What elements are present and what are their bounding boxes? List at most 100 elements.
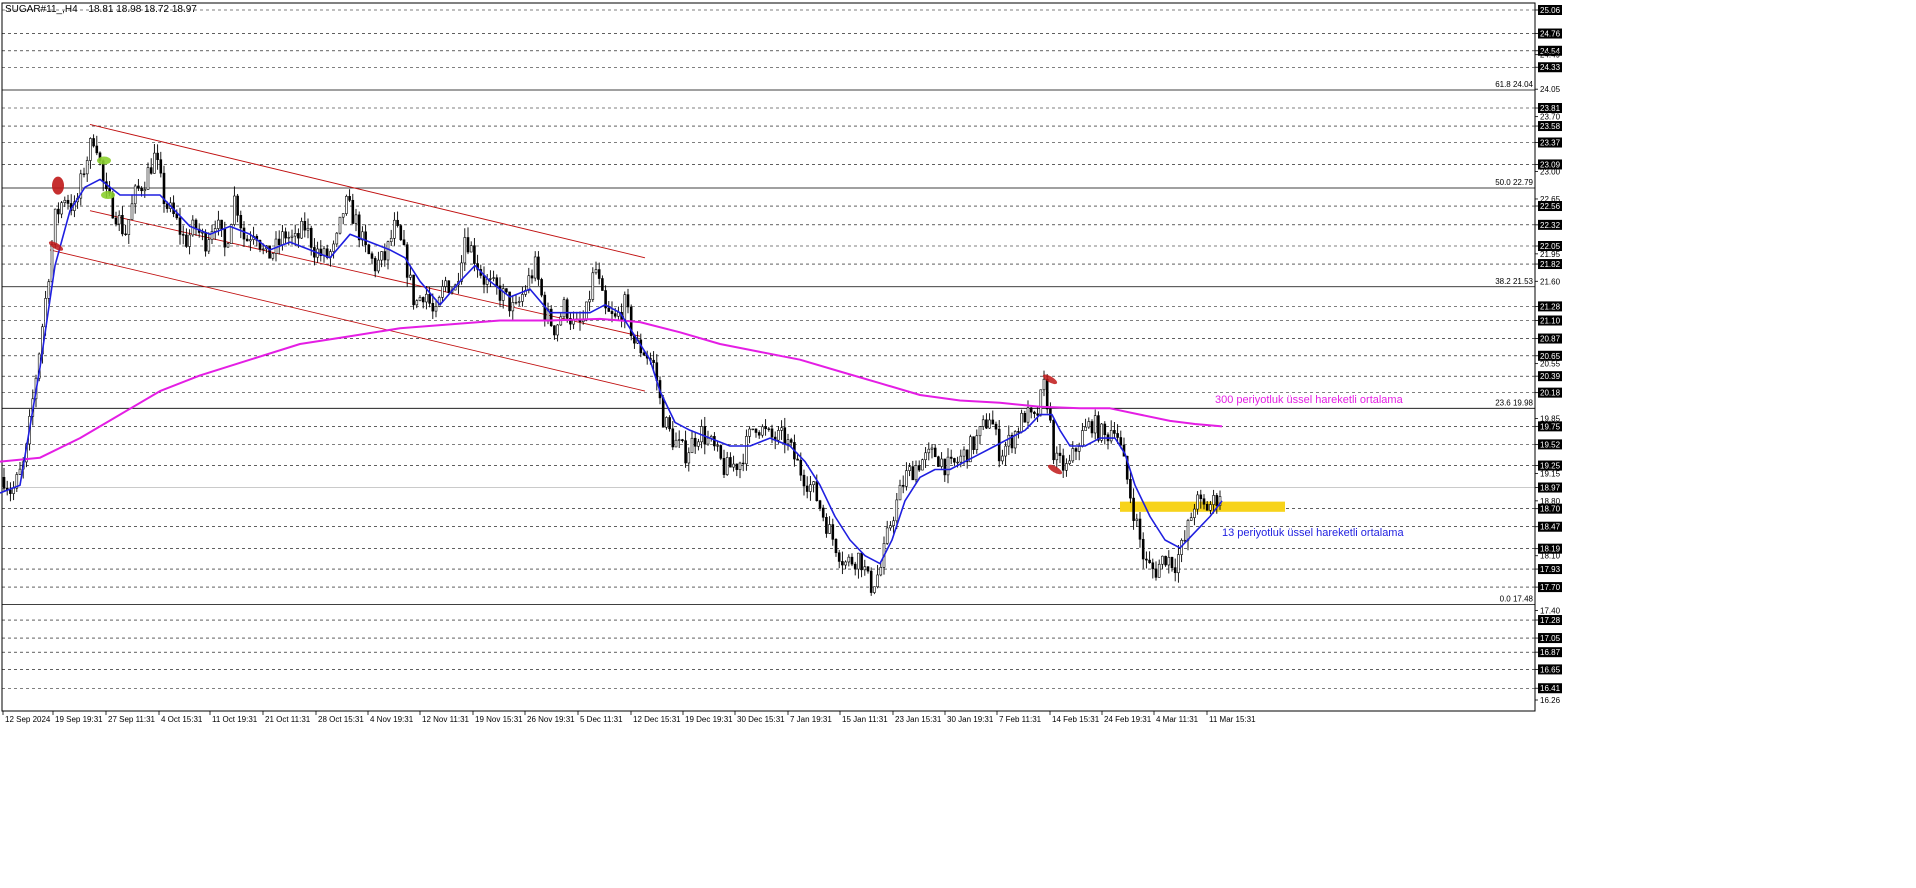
candle-body	[853, 563, 857, 570]
candle	[972, 436, 975, 455]
candle	[866, 566, 870, 574]
candle-body	[761, 426, 764, 436]
candle	[220, 219, 223, 237]
candle-body	[738, 462, 742, 470]
candle-body	[530, 275, 534, 279]
candle-body	[962, 449, 966, 457]
fib-label: 23.6 19.98	[1495, 398, 1533, 407]
candle	[578, 311, 582, 331]
time-tick-label: 7 Jan 19:31	[790, 715, 832, 724]
candle	[233, 186, 236, 227]
candle	[725, 451, 729, 476]
candle-body	[917, 465, 921, 471]
candle	[396, 211, 399, 228]
candle-body	[146, 167, 150, 190]
channel-line	[89, 124, 646, 259]
price-tick-label: 23.58	[1540, 122, 1561, 131]
time-axis[interactable]: 12 Sep 2024 19 Sep 19:31 27 Sep 11:31 4 Oct…	[2, 710, 1535, 724]
candle-body	[178, 217, 182, 235]
candle-body	[9, 489, 12, 494]
candle-body	[562, 299, 566, 318]
price-axis[interactable]: 25.0624.7624.5424.4924.3324.0523.8123.70…	[1534, 3, 1562, 711]
candle-body	[975, 435, 979, 450]
candle	[338, 216, 342, 235]
candle-body	[911, 466, 915, 481]
candle	[405, 242, 409, 287]
price-chart[interactable]: 61.8 24.04 50.0 22.79 38.2 21.53 23.6 19.98…	[0, 0, 1916, 888]
candle-body	[226, 243, 230, 248]
candle	[716, 440, 719, 452]
candle-body	[799, 459, 803, 476]
time-tick-label: 23 Jan 15:31	[895, 715, 942, 724]
candle	[466, 227, 470, 255]
candle	[1039, 389, 1043, 417]
candle	[780, 420, 783, 440]
candle	[370, 251, 374, 265]
price-tick-label: 24.49	[1540, 51, 1561, 60]
candle-body	[565, 299, 569, 319]
candle	[540, 277, 543, 298]
candle	[898, 479, 902, 501]
candle	[684, 430, 687, 468]
candle-body	[719, 445, 723, 459]
candle-body	[386, 241, 390, 261]
candle-body	[473, 245, 476, 264]
candle	[1042, 370, 1046, 397]
candle-body	[610, 311, 614, 314]
candle	[444, 276, 447, 292]
candle	[681, 438, 684, 443]
candle-body	[831, 524, 835, 540]
price-tick-label: 23.70	[1540, 113, 1561, 122]
candle	[677, 430, 681, 449]
candle	[748, 426, 751, 444]
candle-body	[364, 231, 367, 246]
candle-body	[818, 500, 822, 509]
candle-body	[345, 196, 348, 214]
candle-body	[1077, 446, 1081, 452]
candle	[441, 279, 444, 302]
candle	[757, 430, 761, 439]
candle-body	[684, 440, 687, 464]
candle	[917, 460, 921, 472]
candle	[1010, 432, 1014, 454]
candle-body	[1116, 433, 1119, 438]
candle-body	[57, 208, 60, 215]
candle	[1087, 417, 1091, 429]
candle-body	[239, 215, 243, 229]
candle-body	[412, 274, 415, 306]
candle-body	[745, 436, 748, 465]
candle	[226, 242, 230, 248]
candle-body	[1157, 563, 1161, 578]
candle	[357, 211, 361, 248]
time-tick-label: 12 Nov 11:31	[422, 715, 470, 724]
candle	[591, 267, 595, 302]
candle	[770, 424, 774, 444]
candle-body	[399, 225, 403, 241]
time-tick-label: 5 Dec 11:31	[580, 715, 623, 724]
candle	[517, 296, 521, 307]
candle-body	[844, 561, 847, 566]
candle	[185, 228, 188, 248]
green-blob-marker	[97, 156, 111, 165]
candle-body	[815, 481, 819, 502]
candle-body	[1129, 479, 1132, 499]
candle	[469, 241, 473, 253]
candle	[1129, 472, 1132, 504]
candle-body	[825, 516, 828, 534]
candle-body	[873, 586, 876, 593]
candle-body	[985, 419, 988, 429]
candle-body	[249, 239, 252, 242]
candle-body	[1119, 437, 1123, 446]
candle-body	[511, 302, 515, 312]
candle	[1033, 410, 1036, 419]
candle-body	[1045, 378, 1049, 410]
candle-body	[553, 325, 556, 336]
candle	[553, 325, 556, 340]
candle	[191, 215, 195, 237]
candle	[805, 476, 809, 499]
candle	[268, 245, 271, 259]
candle	[284, 227, 287, 244]
candle-body	[1093, 415, 1097, 434]
candle	[562, 296, 566, 320]
candle-body	[537, 256, 540, 280]
